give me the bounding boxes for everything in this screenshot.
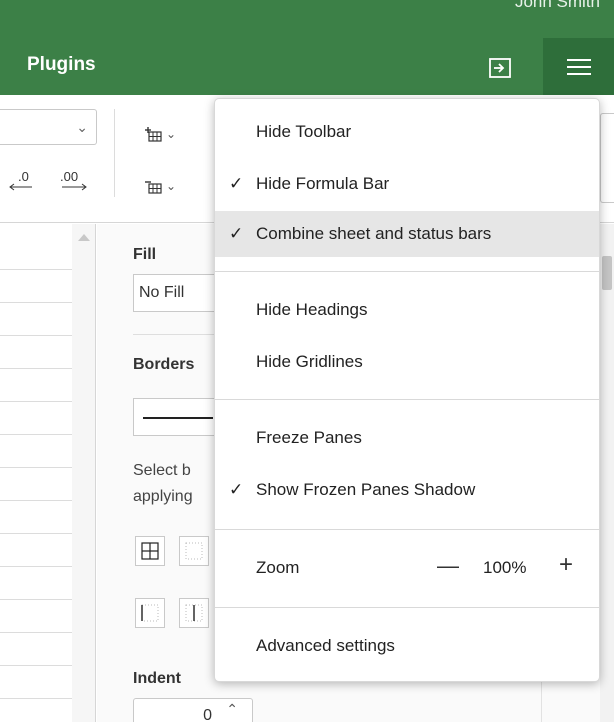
menu-separator (215, 271, 599, 272)
scrollbar-thumb[interactable] (602, 256, 612, 290)
indent-value: 0 (203, 707, 212, 722)
borders-title: Borders (133, 356, 195, 373)
fill-select[interactable]: No Fill (133, 274, 223, 312)
decrease-decimal-label: .0 (18, 169, 29, 184)
section-divider (133, 334, 223, 335)
number-format-select[interactable]: ⌄ (0, 109, 97, 145)
chevron-down-icon: ⌄ (76, 119, 88, 135)
line-style-preview (143, 417, 213, 419)
increase-decimal-label: .00 (60, 169, 79, 184)
grid-row-line (0, 269, 72, 270)
borders-hint-line2: applying (133, 488, 193, 505)
vertical-border-button[interactable] (179, 598, 209, 628)
menu-item-frozen-panes-shadow[interactable]: ✓ Show Frozen Panes Shadow (215, 467, 599, 513)
menu-item-hide-gridlines[interactable]: Hide Gridlines (215, 339, 599, 385)
menu-item-label: Combine sheet and status bars (256, 224, 492, 243)
chevron-down-icon: ⌄ (166, 179, 177, 193)
view-menu-button[interactable] (543, 38, 614, 95)
menu-item-label: Freeze Panes (256, 428, 362, 447)
all-borders-icon (141, 542, 159, 560)
checkmark-icon: ✓ (229, 224, 244, 243)
zoom-in-button[interactable]: + (559, 551, 573, 579)
insert-row-button[interactable]: ⌄ (144, 119, 194, 149)
grid-row-line (0, 434, 72, 435)
insert-row-icon (145, 127, 162, 142)
menu-item-hide-toolbar[interactable]: Hide Toolbar (215, 109, 599, 155)
menu-item-label: Hide Headings (256, 300, 368, 319)
menu-item-hide-headings[interactable]: Hide Headings (215, 287, 599, 333)
menu-item-zoom: Zoom — 100% + (215, 545, 599, 591)
fill-title: Fill (133, 246, 157, 263)
sheet-grid[interactable] (0, 224, 96, 722)
arrow-left-icon (9, 183, 32, 191)
menu-item-label: Advanced settings (256, 636, 395, 655)
view-menu: Hide Toolbar ✓ Hide Formula Bar ✓ Combin… (214, 98, 600, 682)
menu-item-combine-bars[interactable]: ✓ Combine sheet and status bars (215, 211, 599, 257)
chevron-up-icon[interactable]: ⌃ (226, 701, 238, 718)
decrease-decimal-button[interactable]: .0 (8, 169, 32, 191)
scroll-up-arrow-icon[interactable] (78, 234, 90, 241)
arrow-right-icon (62, 183, 87, 191)
grid-row-line (0, 698, 72, 699)
checkmark-icon: ✓ (229, 174, 244, 193)
grid-row-line (0, 632, 72, 633)
hamburger-menu-icon (566, 58, 591, 75)
border-line-style-select[interactable] (133, 398, 223, 436)
user-name[interactable]: John Smith (515, 0, 600, 12)
grid-row-line (0, 335, 72, 336)
sheet-vertical-scrollbar[interactable] (72, 224, 96, 722)
all-borders-button[interactable] (135, 536, 165, 566)
inner-borders-icon (185, 542, 203, 560)
chevron-down-icon: ⌄ (166, 127, 177, 141)
checkmark-icon: ✓ (229, 480, 244, 499)
grid-row-line (0, 467, 72, 468)
indent-title: Indent (133, 670, 181, 687)
vertical-border-icon (185, 604, 203, 622)
plugins-menu[interactable]: Plugins (27, 54, 96, 76)
menu-separator (215, 529, 599, 530)
left-border-button[interactable] (135, 598, 165, 628)
menu-item-label: Hide Toolbar (256, 122, 352, 141)
grid-row-line (0, 665, 72, 666)
menu-item-label: Hide Formula Bar (256, 174, 390, 193)
exit-fullscreen-icon (489, 58, 511, 78)
delete-row-button[interactable]: ⌄ (144, 171, 194, 201)
toolbar-overflow-frame (600, 113, 614, 203)
zoom-value[interactable]: 100% (483, 558, 526, 578)
grid-row-line (0, 599, 72, 600)
zoom-out-button[interactable]: — (437, 553, 459, 579)
grid-row-line (0, 566, 72, 567)
grid-row-line (0, 500, 72, 501)
borders-hint: Select b applying (133, 458, 193, 510)
menu-separator (215, 607, 599, 608)
grid-row-line (0, 401, 72, 402)
zoom-label: Zoom (256, 558, 300, 577)
inner-borders-button[interactable] (179, 536, 209, 566)
increase-decimal-button[interactable]: .00 (60, 169, 87, 191)
exit-fullscreen-button[interactable] (478, 50, 522, 86)
panel-vertical-scrollbar[interactable] (600, 224, 614, 722)
left-border-icon (141, 604, 159, 622)
delete-row-icon (145, 181, 162, 194)
menu-separator (215, 399, 599, 400)
borders-hint-line1: Select b (133, 462, 191, 479)
menu-item-hide-formula-bar[interactable]: ✓ Hide Formula Bar (215, 161, 599, 207)
menu-item-label: Show Frozen Panes Shadow (256, 480, 476, 499)
grid-row-line (0, 302, 72, 303)
grid-row-line (0, 368, 72, 369)
menu-item-advanced-settings[interactable]: Advanced settings (215, 623, 599, 669)
menu-item-freeze-panes[interactable]: Freeze Panes (215, 415, 599, 461)
indent-stepper[interactable]: 0 ⌃ (133, 698, 253, 722)
toolbar-divider (114, 109, 115, 197)
grid-row-line (0, 533, 72, 534)
menu-item-label: Hide Gridlines (256, 352, 363, 371)
app-header: John Smith Plugins (0, 0, 614, 95)
